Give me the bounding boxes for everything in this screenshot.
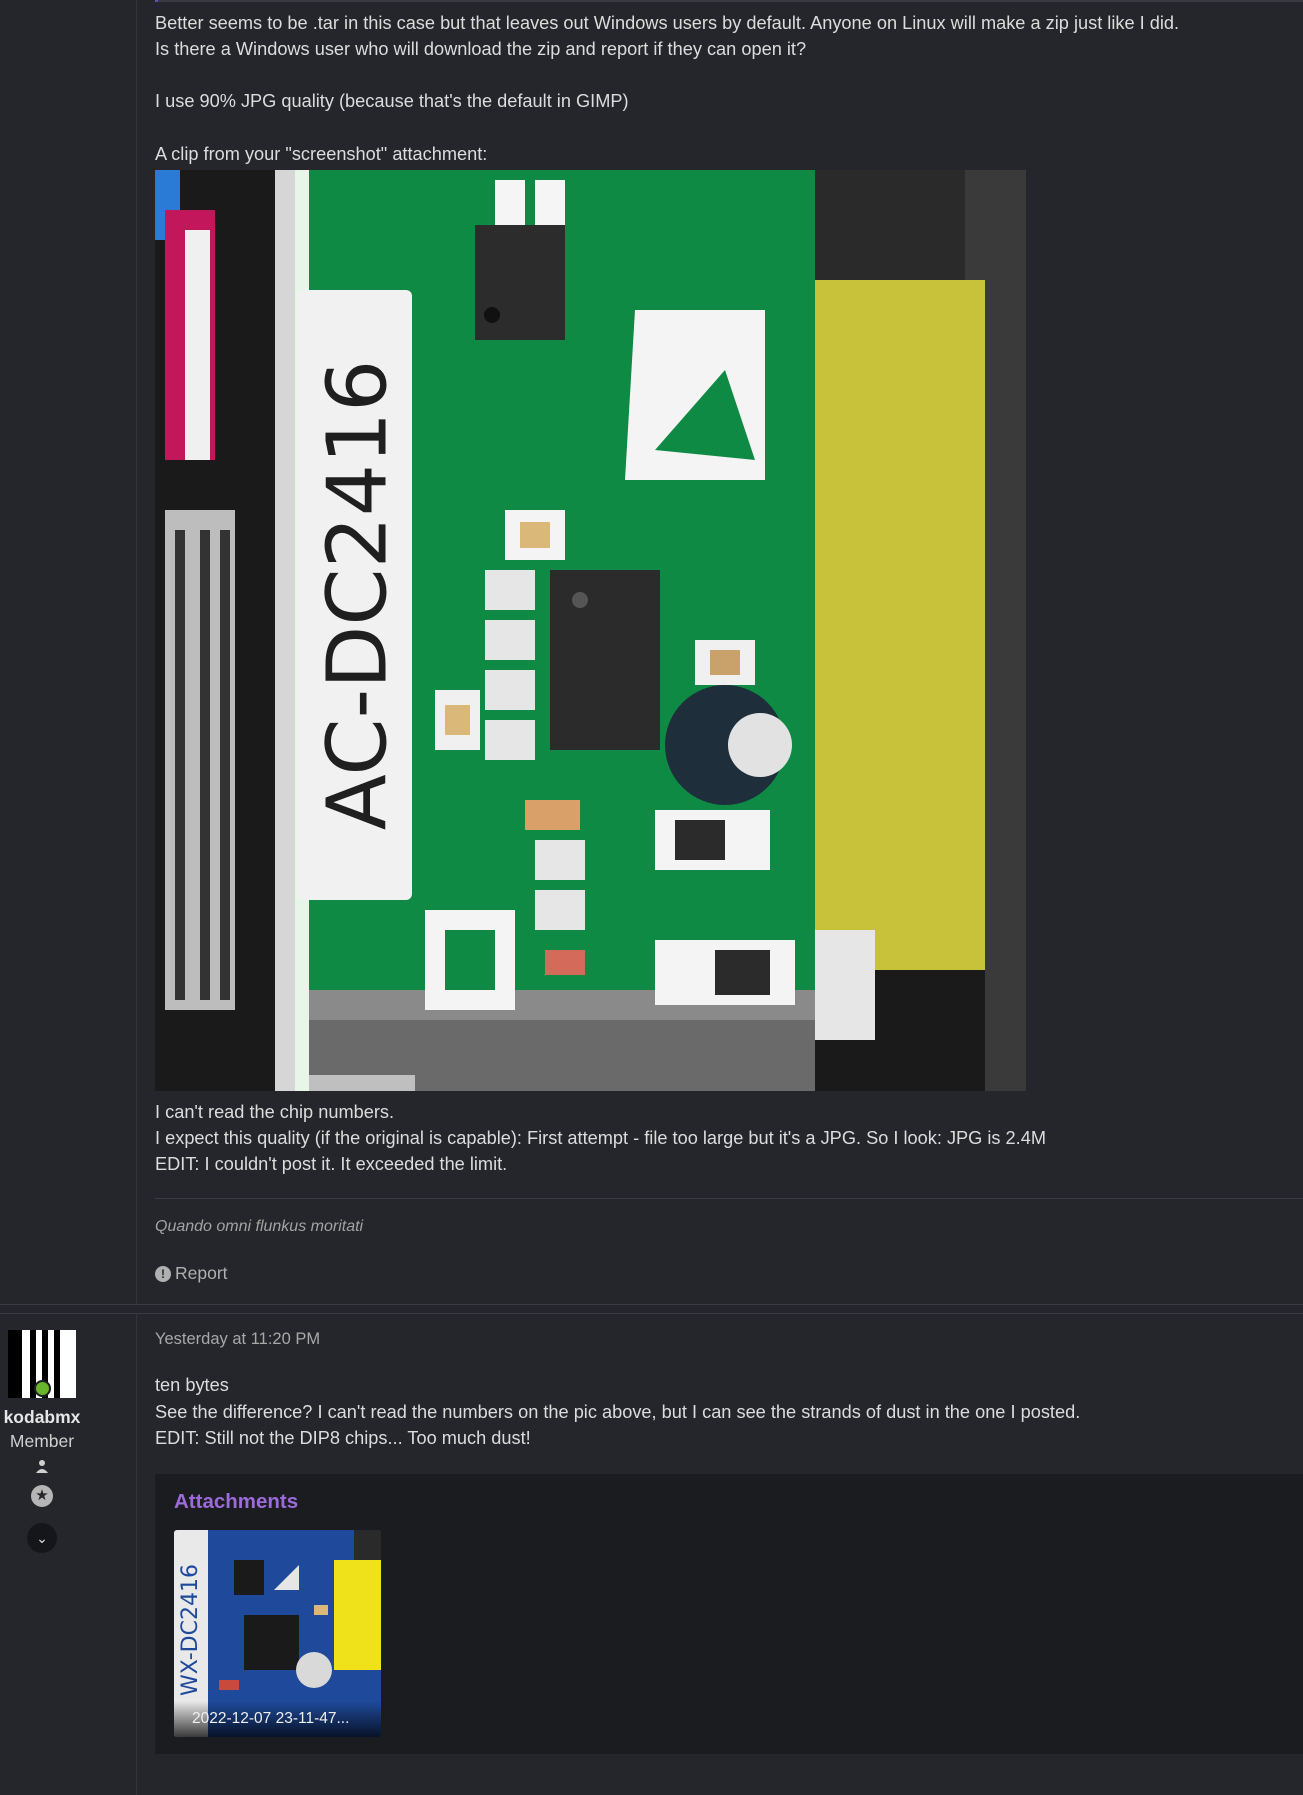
attachment-filename: 2022-12-07 23-11-47... [174, 1701, 381, 1737]
post-separator [0, 1304, 1303, 1314]
online-status-icon [34, 1380, 51, 1397]
signature-divider [155, 1198, 1303, 1199]
post-timestamp[interactable]: Yesterday at 11:20 PM [155, 1330, 320, 1349]
user-icon [34, 1459, 50, 1473]
post-2-line-2: See the difference? I can't read the num… [155, 1401, 1081, 1422]
signature: Quando omni flunkus moritati [155, 1218, 364, 1235]
attachment-image-label: WX-DC2416 [178, 1564, 203, 1696]
pcb-clip-image[interactable]: AC-DC2416 [155, 170, 1026, 1091]
post-1-clip-caption: A clip from your "screenshot" attachment… [155, 144, 488, 164]
post-1-line-chip: I can't read the chip numbers. [155, 1102, 395, 1122]
pcb-image-drawing: AC-DC2416 [155, 170, 1026, 1091]
top-border [155, 0, 1303, 2]
post-1-line-quality: I expect this quality (if the original i… [155, 1128, 1046, 1148]
post-sidebar [0, 0, 137, 1795]
post-2-line-1: ten bytes [155, 1375, 229, 1395]
post-1-line-2: Is there a Windows user who will downloa… [155, 39, 807, 59]
post-1-line-1: Better seems to be .tar in this case but… [155, 13, 1180, 33]
report-link[interactable]: ! Report [155, 1263, 228, 1284]
user-role: Member [9, 1431, 75, 1451]
attachment-thumbnail[interactable]: WX-DC2416 2022-12-07 23-11-47... [174, 1530, 381, 1737]
exclamation-circle-icon: ! [155, 1265, 171, 1282]
chevron-down-icon[interactable]: ⌄ [27, 1523, 57, 1553]
attachments-box: Attachments WX-DC2416 2022-12-07 23-11-4… [155, 1474, 1303, 1754]
post-1-line-edit: EDIT: I couldn't post it. It exceeded th… [155, 1154, 508, 1174]
star-badge-icon[interactable]: ★ [31, 1485, 53, 1507]
username[interactable]: kodabmx [0, 1407, 84, 1428]
post-2-line-3: EDIT: Still not the DIP8 chips... Too mu… [155, 1428, 531, 1448]
post-1-quality-line: I use 90% JPG quality (because that's th… [155, 91, 629, 111]
post-2-body: ten bytes See the difference? I can't re… [155, 1372, 1080, 1452]
pcb-image-label: AC-DC2416 [310, 360, 405, 831]
attachments-title: Attachments [174, 1490, 299, 1513]
report-label: Report [175, 1263, 228, 1283]
